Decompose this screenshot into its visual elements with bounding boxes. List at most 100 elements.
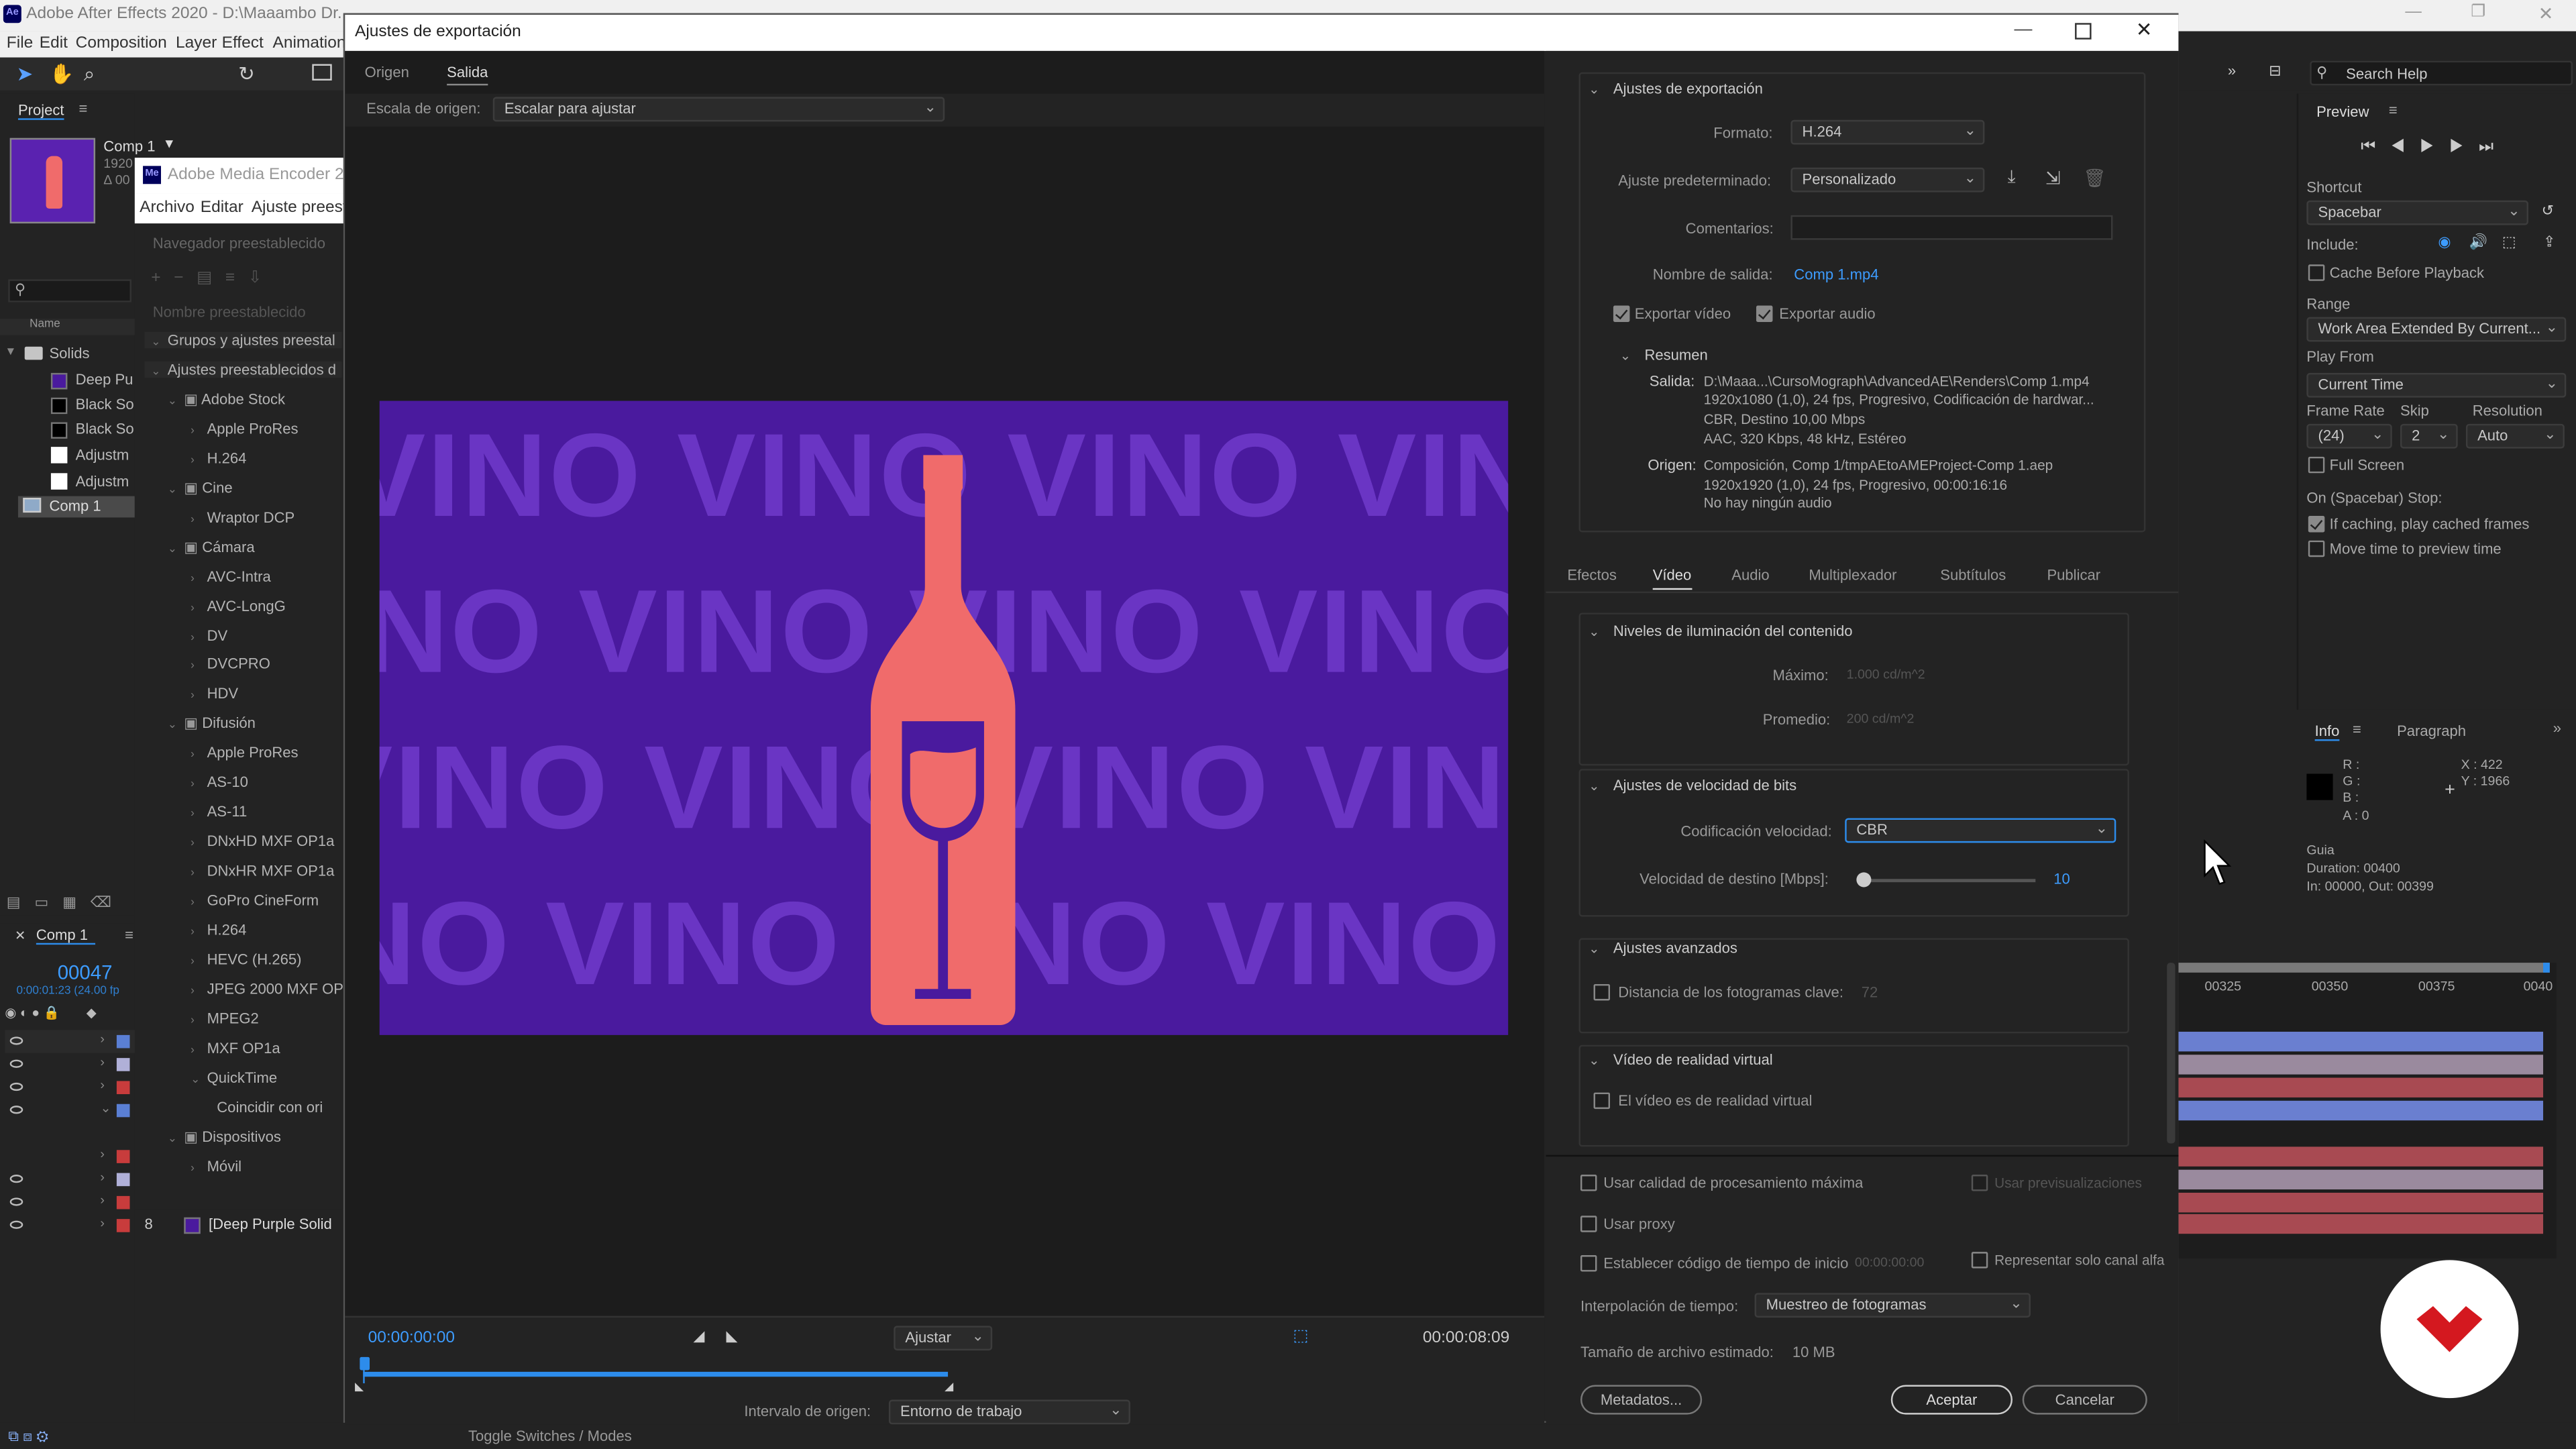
- tab-timeline-comp1[interactable]: Comp 1: [36, 926, 95, 945]
- export-audio-checkbox[interactable]: [1756, 305, 1773, 323]
- eye-icon[interactable]: [9, 1059, 23, 1068]
- skip-select[interactable]: 2 ⌄: [2400, 423, 2458, 449]
- target-value[interactable]: 10: [2053, 871, 2070, 887]
- expand-icon[interactable]: ›: [191, 867, 207, 879]
- label-color-icon[interactable]: [116, 1081, 130, 1095]
- expand-icon[interactable]: ›: [100, 1170, 105, 1185]
- layer-row[interactable]: ›: [5, 1030, 137, 1053]
- interp-select[interactable]: Muestreo de fotogramas ⌄: [1754, 1293, 2031, 1318]
- preset-tree-item[interactable]: › Móvil: [151, 1158, 241, 1174]
- expand-icon[interactable]: ›: [191, 661, 207, 673]
- reset-icon[interactable]: ↺: [2542, 202, 2554, 220]
- project-item[interactable]: Black Sol: [76, 421, 135, 437]
- layer-bar[interactable]: [2178, 1146, 2544, 1167]
- tab-info[interactable]: Info: [2314, 723, 2340, 741]
- project-item-selected[interactable]: Comp 1: [17, 496, 135, 518]
- current-timecode[interactable]: 00047: [58, 961, 113, 984]
- tab-salida[interactable]: Salida: [447, 64, 488, 86]
- expand-icon[interactable]: ⌄: [168, 718, 184, 732]
- preset-tree-item[interactable]: › HDV: [151, 686, 238, 702]
- layer-bar[interactable]: [2178, 1214, 2544, 1234]
- eye-icon[interactable]: [9, 1036, 23, 1045]
- project-item[interactable]: Deep Pu: [76, 371, 135, 387]
- preset-tree-item[interactable]: › Apple ProRes: [151, 421, 298, 437]
- first-frame-icon[interactable]: ⏮: [2361, 138, 2390, 156]
- preset-tree-item[interactable]: ⌄ QuickTime: [151, 1069, 277, 1085]
- expand-icon[interactable]: ›: [191, 455, 207, 466]
- expand-icon[interactable]: ›: [191, 573, 207, 584]
- collapse-icon[interactable]: ⌄: [1589, 941, 1599, 956]
- column-name[interactable]: Name: [0, 319, 135, 335]
- preset-tree-item[interactable]: ⌄ Grupos y ajustes preestal: [144, 331, 342, 349]
- alpha-only-checkbox[interactable]: [1971, 1252, 1988, 1269]
- preset-tree-item[interactable]: Coincidir con ori: [151, 1099, 323, 1115]
- use-previews-checkbox[interactable]: [1971, 1175, 1988, 1191]
- expand-icon[interactable]: ›: [191, 602, 207, 614]
- tab-project[interactable]: Project: [17, 102, 64, 120]
- expand-icon[interactable]: ⌄: [100, 1101, 111, 1116]
- hand-tool-icon[interactable]: ✋: [49, 62, 74, 85]
- close-tab-icon[interactable]: ✕: [15, 928, 25, 943]
- preset-tree-item[interactable]: ⌄ ▣ Cámara: [151, 538, 255, 556]
- toggle-switches-modes[interactable]: Toggle Switches / Modes: [468, 1428, 632, 1444]
- panel-menu-icon[interactable]: ≡: [2389, 102, 2398, 118]
- group-icon[interactable]: ▤: [197, 270, 225, 288]
- comp-dropdown-icon[interactable]: ▼: [162, 136, 175, 151]
- interpret-footage-icon[interactable]: ▤: [7, 894, 21, 910]
- tab-efectos[interactable]: Efectos: [1567, 567, 1617, 583]
- label-color-icon[interactable]: [116, 1195, 130, 1210]
- eye-icon[interactable]: [9, 1197, 23, 1206]
- expand-icon[interactable]: ›: [100, 1193, 105, 1208]
- menu-animation[interactable]: Animation: [273, 34, 346, 52]
- close-icon[interactable]: ✕: [2538, 3, 2554, 25]
- menu-ajuste-preest[interactable]: Ajuste preest: [252, 199, 347, 217]
- minimize-icon[interactable]: —: [2014, 19, 2032, 39]
- tab-video[interactable]: Vídeo: [1652, 567, 1692, 590]
- fullscreen-checkbox[interactable]: [2308, 456, 2325, 474]
- playfrom-select[interactable]: Current Time ⌄: [2306, 372, 2567, 398]
- maximize-icon[interactable]: [2075, 23, 2092, 40]
- project-search-input[interactable]: ⚲: [8, 279, 131, 303]
- preset-tree-item[interactable]: › GoPro CineForm: [151, 892, 319, 908]
- last-frame-icon[interactable]: ⏭: [2479, 138, 2508, 156]
- preset-tree-item[interactable]: › AS-11: [151, 804, 247, 820]
- layer-bar[interactable]: [2178, 1055, 2544, 1075]
- timecode-checkbox[interactable]: [1580, 1255, 1597, 1272]
- layer-bar[interactable]: [2178, 1192, 2544, 1213]
- label-color-icon[interactable]: [116, 1034, 130, 1049]
- label-color-icon[interactable]: [116, 1219, 130, 1232]
- collapse-icon[interactable]: ⌄: [1589, 1053, 1599, 1068]
- preset-tree-item[interactable]: › DNxHD MXF OP1a: [151, 833, 334, 849]
- preset-tree-item[interactable]: › DVCPRO: [151, 656, 270, 672]
- panel-menu-icon[interactable]: ≡: [79, 100, 88, 116]
- cancel-button[interactable]: Cancelar: [2022, 1385, 2147, 1415]
- tab-origen[interactable]: Origen: [365, 64, 409, 80]
- tab-audio[interactable]: Audio: [1731, 567, 1769, 583]
- trash-icon[interactable]: ⌫: [91, 894, 111, 910]
- preset-tree-item[interactable]: ⌄ ▣ Dispositivos: [151, 1128, 281, 1146]
- tab-paragraph[interactable]: Paragraph: [2397, 723, 2466, 739]
- preset-tree-item[interactable]: ⌄ Ajustes preestablecidos d: [144, 361, 342, 378]
- project-item[interactable]: Adjustm: [76, 447, 135, 463]
- expand-icon[interactable]: ›: [191, 956, 207, 967]
- play-icon[interactable]: ▶: [2420, 138, 2449, 156]
- expand-icon[interactable]: ⌄: [168, 541, 184, 555]
- layer-row[interactable]: ›: [5, 1145, 136, 1168]
- metadata-button[interactable]: Metadatos...: [1580, 1385, 1703, 1415]
- fit-select[interactable]: Ajustar ⌄: [894, 1326, 993, 1351]
- render-toggle-icon[interactable]: ⧉ ⧈ ⚙: [8, 1428, 48, 1446]
- delete-preset-icon[interactable]: 🗑: [2083, 168, 2106, 189]
- shortcut-select[interactable]: Spacebar ⌄: [2306, 200, 2529, 225]
- expand-icon[interactable]: ›: [191, 897, 207, 908]
- target-slider-thumb[interactable]: [1856, 872, 1872, 888]
- preset-tree-item[interactable]: › AVC-Intra: [151, 568, 271, 584]
- preset-tree-item[interactable]: › DNxHR MXF OP1a: [151, 863, 334, 879]
- expand-icon[interactable]: ⌄: [168, 1131, 184, 1144]
- preset-tree-item[interactable]: › JPEG 2000 MXF OP: [151, 981, 343, 997]
- menu-archivo[interactable]: Archivo: [140, 199, 195, 217]
- rectangle-tool-icon[interactable]: [312, 64, 332, 81]
- work-range-bar[interactable]: [363, 1371, 949, 1377]
- project-item[interactable]: Black Sol: [76, 396, 135, 412]
- collapse-icon[interactable]: ⌄: [1589, 625, 1599, 639]
- solo-switch-icon[interactable]: ●: [32, 1006, 40, 1020]
